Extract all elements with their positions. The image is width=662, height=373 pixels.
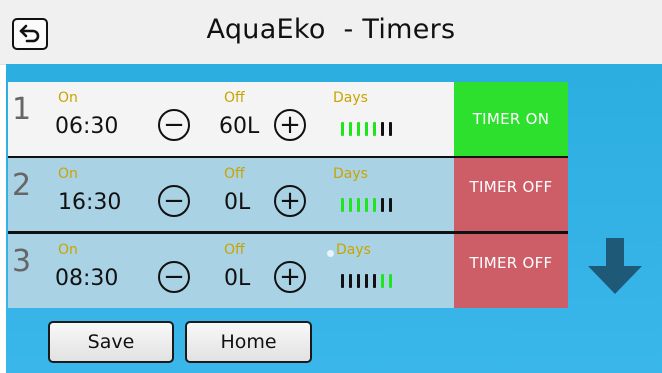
day-indicator[interactable] bbox=[373, 274, 376, 288]
day-indicator[interactable] bbox=[389, 274, 392, 288]
days-selector[interactable] bbox=[341, 198, 392, 212]
decrease-button[interactable]: − bbox=[158, 109, 190, 141]
off-label: Off bbox=[224, 90, 245, 106]
day-indicator[interactable] bbox=[381, 122, 384, 136]
increase-button[interactable]: + bbox=[274, 261, 306, 293]
touch-indicator bbox=[327, 250, 334, 257]
timer-status-button[interactable]: TIMER ON bbox=[454, 82, 568, 156]
page-title: AquaEko - Timers bbox=[206, 14, 456, 45]
timer-number: 2 bbox=[12, 168, 32, 203]
day-indicator[interactable] bbox=[349, 274, 352, 288]
day-indicator[interactable] bbox=[349, 198, 352, 212]
timer-row-1: 1 On 06:30 − Off 60L + Days TIMER ON bbox=[8, 82, 568, 156]
off-label: Off bbox=[224, 166, 245, 182]
day-indicator[interactable] bbox=[373, 122, 376, 136]
timer-status-button[interactable]: TIMER OFF bbox=[454, 158, 568, 232]
day-indicator[interactable] bbox=[381, 198, 384, 212]
day-indicator[interactable] bbox=[357, 198, 360, 212]
arrow-down-icon[interactable] bbox=[586, 238, 644, 294]
increase-button[interactable]: + bbox=[274, 185, 306, 217]
days-selector[interactable] bbox=[341, 274, 392, 288]
day-indicator[interactable] bbox=[341, 198, 344, 212]
days-label: Days bbox=[336, 242, 371, 258]
back-arrow-icon bbox=[19, 24, 40, 43]
day-indicator[interactable] bbox=[389, 198, 392, 212]
home-button[interactable]: Home bbox=[185, 321, 312, 363]
day-indicator[interactable] bbox=[349, 122, 352, 136]
day-indicator[interactable] bbox=[357, 122, 360, 136]
off-volume-value[interactable]: 0L bbox=[224, 190, 250, 215]
day-indicator[interactable] bbox=[357, 274, 360, 288]
day-indicator[interactable] bbox=[373, 198, 376, 212]
timer-status-button[interactable]: TIMER OFF bbox=[454, 234, 568, 308]
save-button[interactable]: Save bbox=[48, 321, 174, 363]
decrease-button[interactable]: − bbox=[158, 185, 190, 217]
day-indicator[interactable] bbox=[365, 198, 368, 212]
on-label: On bbox=[58, 242, 78, 258]
day-indicator[interactable] bbox=[341, 274, 344, 288]
day-indicator[interactable] bbox=[381, 274, 384, 288]
back-button[interactable] bbox=[12, 18, 48, 50]
days-selector[interactable] bbox=[341, 122, 392, 136]
timer-row-2: 2 On 16:30 − Off 0L + Days TIMER OFF bbox=[8, 158, 568, 232]
day-indicator[interactable] bbox=[389, 122, 392, 136]
timer-number: 3 bbox=[12, 244, 32, 279]
increase-button[interactable]: + bbox=[274, 109, 306, 141]
days-label: Days bbox=[333, 166, 368, 182]
day-indicator[interactable] bbox=[365, 122, 368, 136]
timer-row-3: 3 On 08:30 − Off 0L + Days TIMER OFF bbox=[8, 234, 568, 308]
on-label: On bbox=[58, 166, 78, 182]
on-time-value[interactable]: 06:30 bbox=[55, 114, 118, 139]
off-volume-value[interactable]: 60L bbox=[219, 114, 259, 139]
day-indicator[interactable] bbox=[365, 274, 368, 288]
day-indicator[interactable] bbox=[341, 122, 344, 136]
on-time-value[interactable]: 08:30 bbox=[55, 266, 118, 291]
on-label: On bbox=[58, 90, 78, 106]
header-bar: AquaEko - Timers bbox=[0, 0, 662, 65]
decrease-button[interactable]: − bbox=[158, 261, 190, 293]
off-volume-value[interactable]: 0L bbox=[224, 266, 250, 291]
days-label: Days bbox=[333, 90, 368, 106]
timer-number: 1 bbox=[12, 92, 32, 127]
off-label: Off bbox=[224, 242, 245, 258]
on-time-value[interactable]: 16:30 bbox=[58, 190, 121, 215]
